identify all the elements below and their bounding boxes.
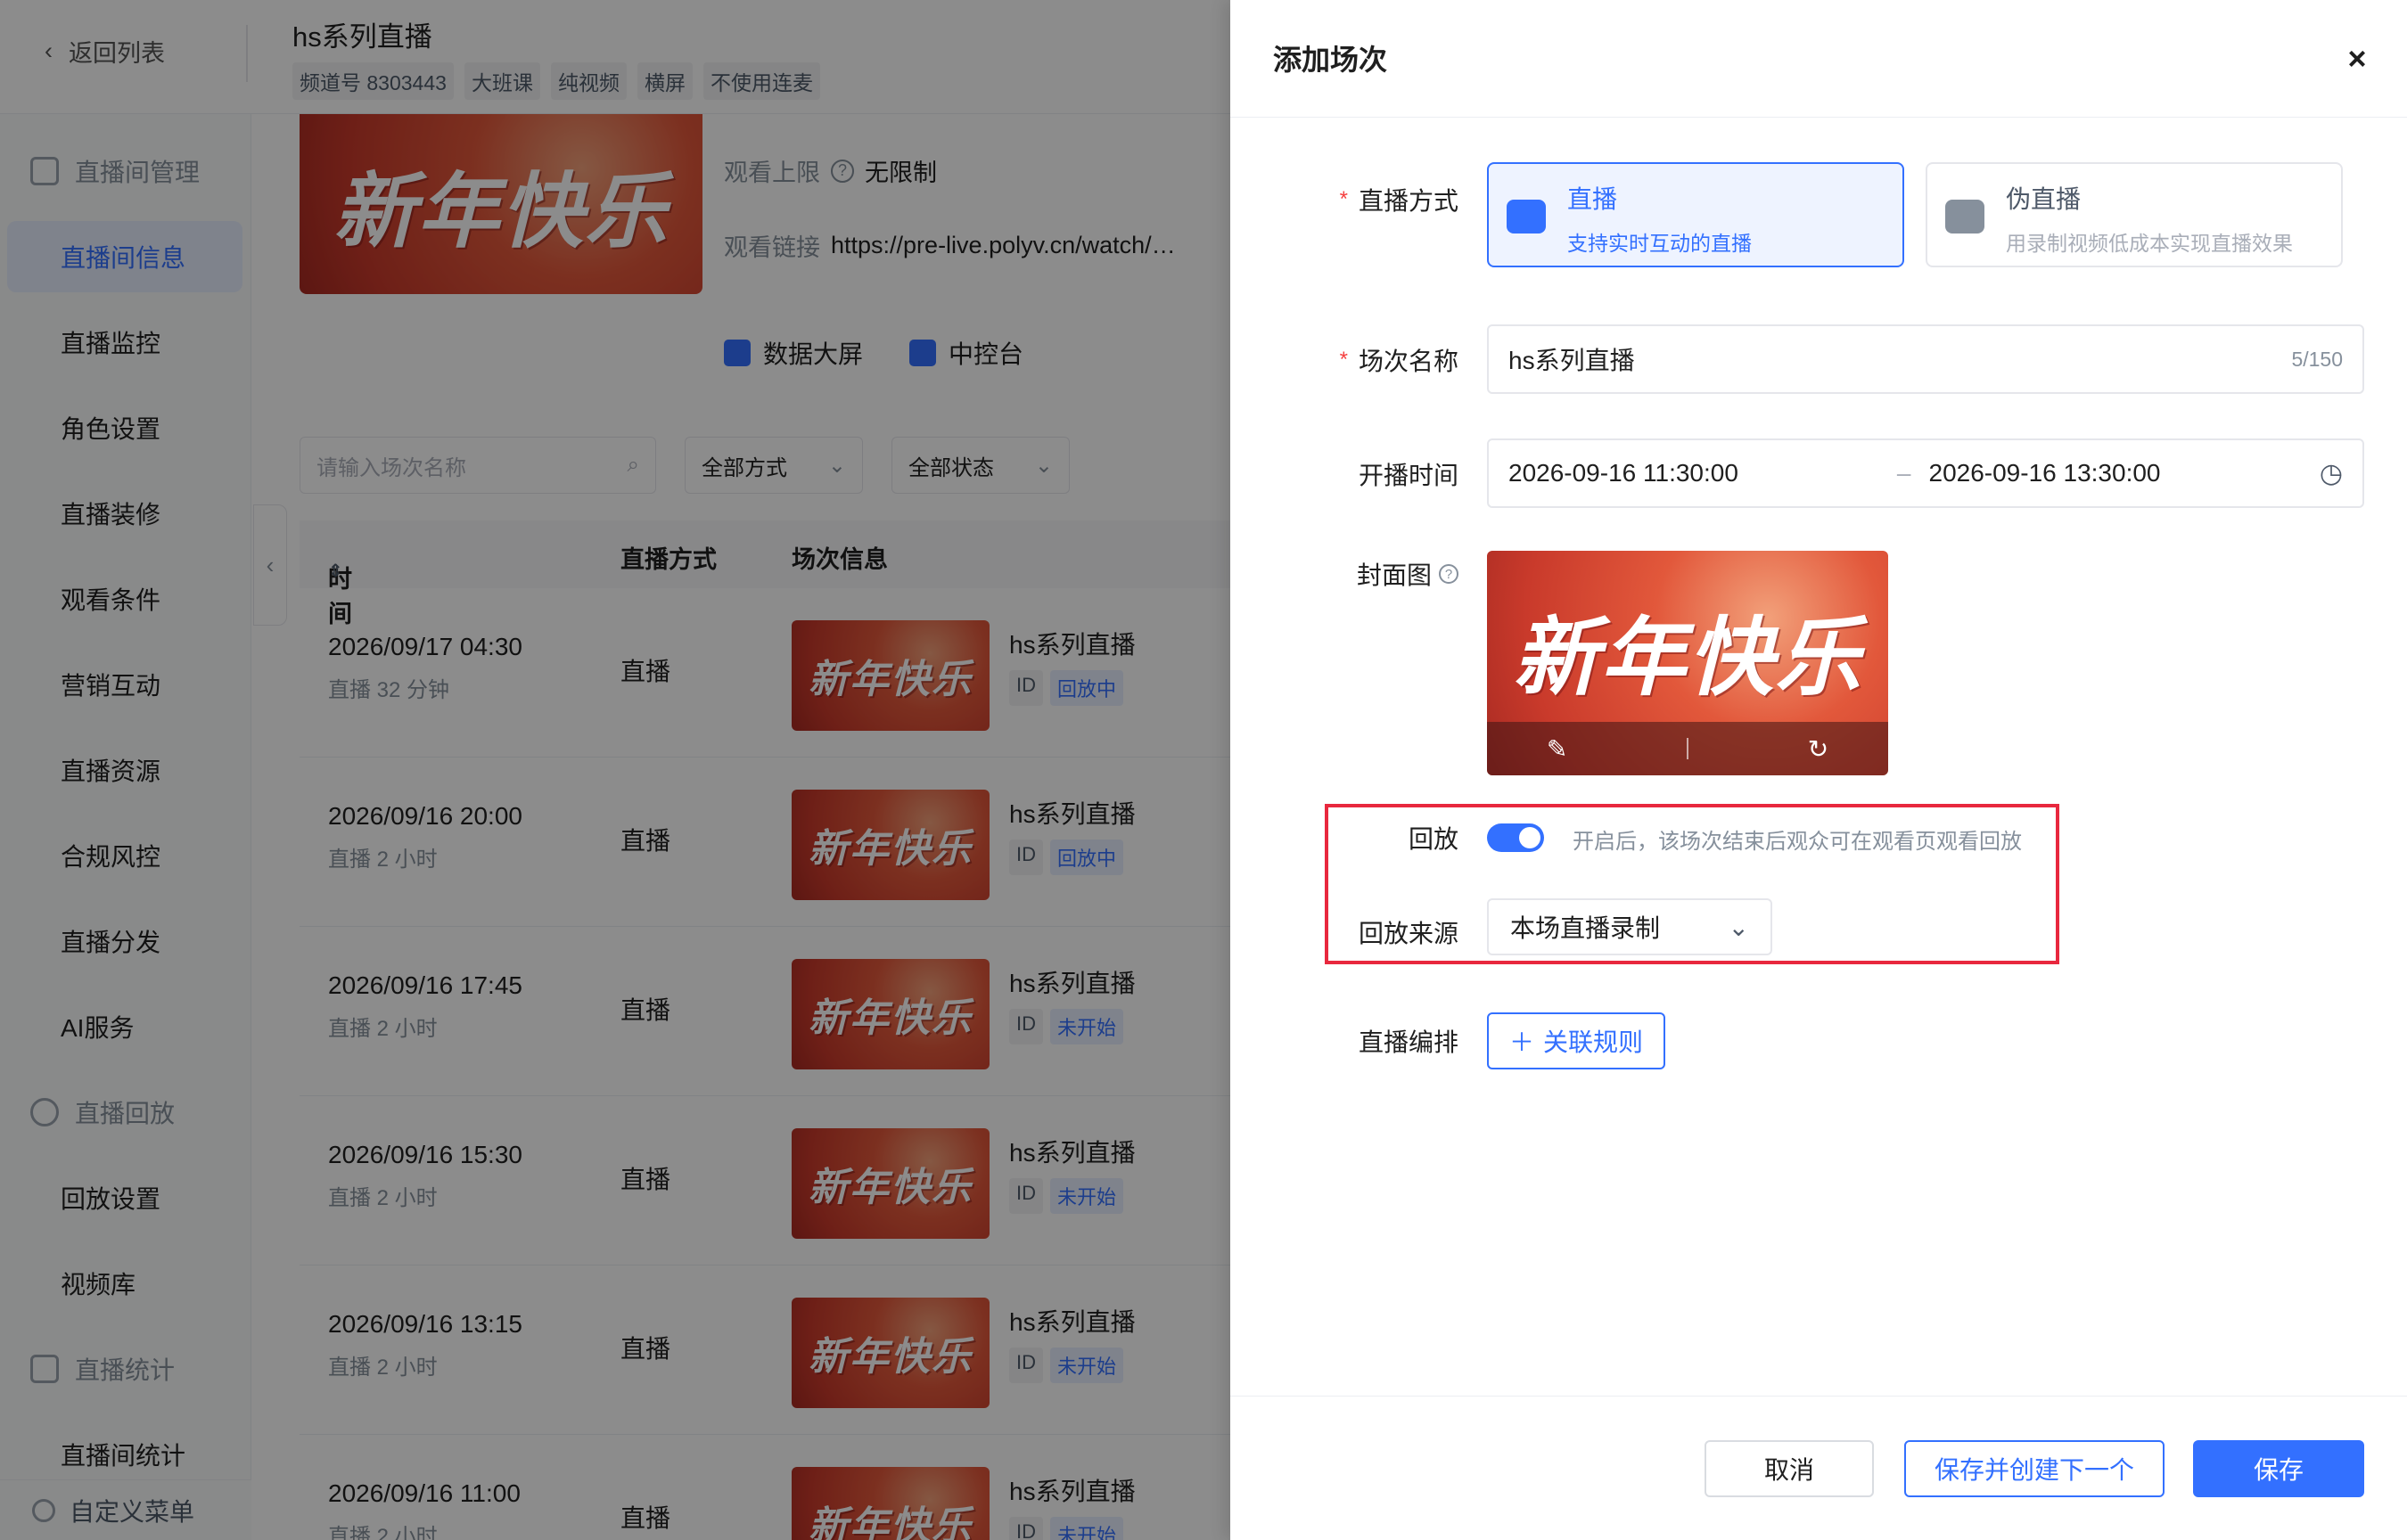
link-rule-button[interactable]: ＋ 关联规则 bbox=[1487, 1012, 1665, 1069]
save-button[interactable]: 保存 bbox=[2193, 1440, 2364, 1497]
refresh-icon[interactable]: ↻ bbox=[1808, 734, 1828, 764]
edit-icon[interactable]: ✎ bbox=[1547, 734, 1567, 764]
close-icon[interactable]: × bbox=[2332, 34, 2382, 84]
help-icon[interactable]: ? bbox=[1439, 564, 1458, 584]
video-camera-icon bbox=[1945, 200, 1984, 233]
playback-source-select[interactable]: 本场直播录制 ⌄ bbox=[1487, 898, 1772, 955]
end-time[interactable]: 2026-09-16 13:30:00 bbox=[1929, 459, 2161, 487]
cover-image-upload[interactable]: 新年快乐 ✎ ↻ bbox=[1487, 551, 1888, 775]
toggle-knob bbox=[1519, 827, 1540, 848]
schedule-label: 直播编排 bbox=[1358, 1028, 1458, 1056]
time-range-picker[interactable]: 2026-09-16 11:30:00 – 2026-09-16 13:30:0… bbox=[1487, 438, 2364, 508]
modal-overlay[interactable] bbox=[0, 0, 1230, 1540]
playback-toggle[interactable] bbox=[1487, 823, 1544, 852]
start-time[interactable]: 2026-09-16 11:30:00 bbox=[1508, 459, 1738, 487]
plus-icon: ＋ bbox=[1508, 1028, 1534, 1056]
drawer-header: 添加场次 × bbox=[1230, 0, 2407, 118]
cancel-button[interactable]: 取消 bbox=[1705, 1440, 1874, 1497]
playback-label: 回放 bbox=[1408, 825, 1458, 853]
time-label: 开播时间 bbox=[1358, 462, 1458, 489]
mode-card-live[interactable]: 直播 支持实时互动的直播 bbox=[1487, 162, 1904, 267]
save-and-next-button[interactable]: 保存并创建下一个 bbox=[1904, 1440, 2165, 1497]
mode-label: * 直播方式 bbox=[1339, 187, 1458, 215]
background-page: ‹ 返回列表 hs系列直播 频道号 8303443 大班课 纯视频 横屏 不使用… bbox=[0, 0, 1230, 1540]
char-counter: 5/150 bbox=[2291, 347, 2343, 371]
drawer-title: 添加场次 bbox=[1273, 44, 1388, 76]
chevron-down-icon: ⌄ bbox=[1728, 913, 1749, 941]
name-label: * 场次名称 bbox=[1339, 348, 1458, 375]
source-label: 回放来源 bbox=[1358, 920, 1458, 947]
live-tv-icon bbox=[1507, 200, 1546, 233]
cover-toolbar: ✎ ↻ bbox=[1487, 722, 1888, 775]
playback-description: 开启后，该场次结束后观众可在观看页观看回放 bbox=[1573, 830, 2022, 854]
session-name-input[interactable]: hs系列直播 5/150 bbox=[1487, 324, 2364, 394]
divider bbox=[1687, 738, 1688, 759]
cover-label: 封面图 ? bbox=[1230, 556, 1458, 592]
clock-icon: ◷ bbox=[2319, 458, 2343, 488]
mode-card-pseudo-live[interactable]: 伪直播 用录制视频低成本实现直播效果 bbox=[1926, 162, 2343, 267]
